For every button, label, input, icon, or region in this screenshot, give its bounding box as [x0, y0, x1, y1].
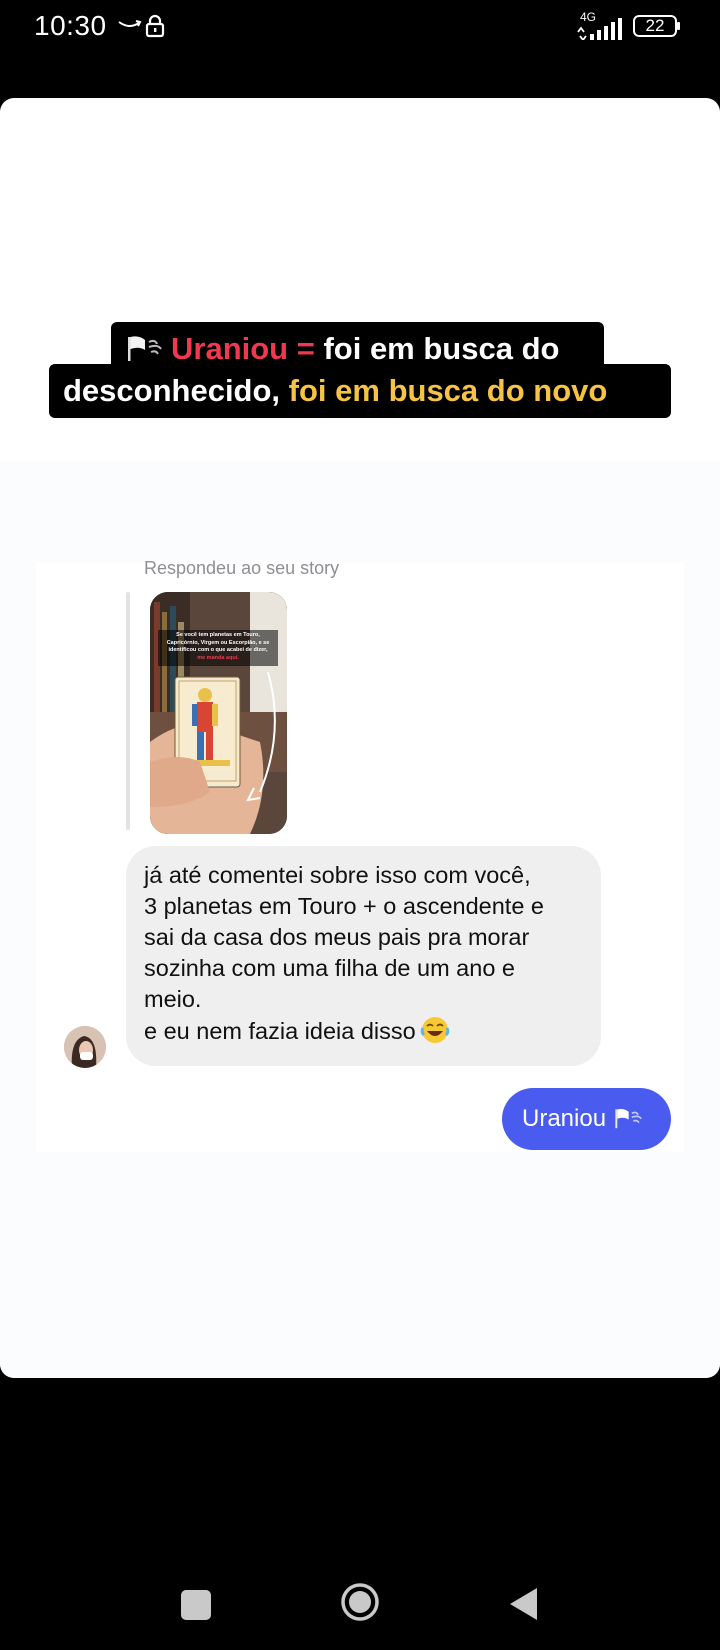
- message-line: já até comentei sobre isso com você,: [144, 862, 531, 888]
- replied-story-label: Respondeu ao seu story: [144, 558, 340, 578]
- message-line-last: e eu nem fazia ideia disso: [144, 1015, 583, 1047]
- message-text: e eu nem fazia ideia disso: [144, 1018, 416, 1044]
- lock-icon: [145, 14, 165, 38]
- avatar[interactable]: [64, 1026, 106, 1068]
- status-bar: 10:30 4G 22: [0, 0, 720, 56]
- story-text-line: me manda aqui.: [197, 654, 239, 661]
- home-button[interactable]: [340, 1582, 380, 1622]
- caption-line-2: desconhecido, foi em busca do novo: [49, 364, 671, 418]
- caption-highlight-yellow: foi em busca do novo: [288, 373, 608, 408]
- battery-level: 22: [645, 16, 665, 35]
- navigation-bar: [0, 1560, 720, 1650]
- message-line: 3 planetas em Touro + o ascendente e: [144, 893, 545, 919]
- outgoing-message-bubble[interactable]: Uraniou: [502, 1088, 671, 1150]
- message-line: sozinha com uma filha de um ano e: [144, 955, 515, 981]
- story-text-line: Capricórnio, Virgem ou Escorpião, e se: [166, 639, 270, 646]
- laughing-emoji-icon: [420, 1017, 450, 1043]
- signal-icon: [577, 18, 622, 40]
- flag-wind-emoji-icon: [128, 336, 162, 361]
- back-button[interactable]: [507, 1586, 539, 1622]
- recent-apps-button[interactable]: [181, 1590, 211, 1620]
- story-text-line: identificou com o que acabei de dizer,: [168, 647, 268, 653]
- reply-indicator-bar: [126, 592, 130, 830]
- caption-highlight-red: Uraniou =: [171, 331, 315, 366]
- message-line: meio.: [144, 986, 202, 1012]
- chat-screenshot: Respondeu ao seu story Se você tem plane…: [0, 462, 720, 1378]
- story-thumbnail[interactable]: Se você tem planetas em Touro, Capricórn…: [150, 592, 287, 834]
- outgoing-message-text: Uraniou: [522, 1105, 607, 1132]
- avatar-image: [64, 1026, 106, 1068]
- story-overlay-text: Se você tem planetas em Touro, Capricórn…: [158, 632, 278, 662]
- story-text-line: Se você tem planetas em Touro,: [176, 632, 260, 638]
- incoming-message-bubble[interactable]: já até comentei sobre isso com você, 3 p…: [126, 846, 601, 1066]
- flag-wind-emoji-icon: [615, 1108, 642, 1129]
- message-line: sai da casa dos meus pais pra morar: [144, 924, 530, 950]
- status-time: 10:30: [34, 10, 107, 41]
- caption-text-1: foi em busca do: [314, 331, 560, 366]
- caption-text-2: desconhecido,: [63, 373, 289, 408]
- amazon-icon: [118, 20, 142, 27]
- story-image: [150, 592, 287, 834]
- post-card: Uraniou = foi em busca do desconhecido, …: [0, 98, 720, 1378]
